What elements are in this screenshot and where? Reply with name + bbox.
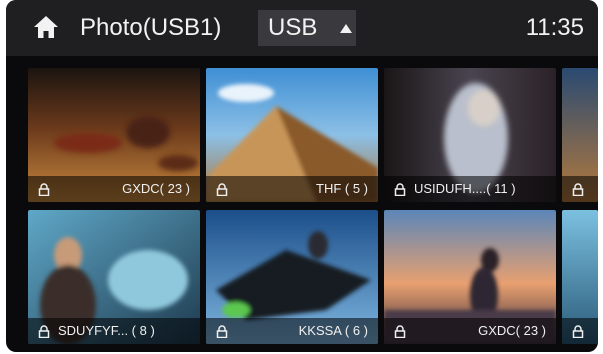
- source-label: USB: [268, 14, 318, 41]
- folder-label: GXDC( 23 ): [478, 323, 546, 338]
- folder-label: SDUYFYF... ( 8 ): [58, 323, 155, 338]
- lock-icon: [216, 183, 228, 196]
- folder-tile[interactable]: USIDUFH....( 11 ): [384, 68, 556, 202]
- photo-browser-screen: Photo(USB1) USB 11:35 GXDC(23) THF (5…: [6, 0, 598, 352]
- folder-tile[interactable]: [562, 210, 598, 344]
- folder-caption: GXDC( 23 ): [28, 176, 200, 202]
- lock-icon: [572, 325, 584, 338]
- lock-icon: [394, 183, 406, 196]
- lock-icon: [38, 325, 50, 338]
- folder-tile[interactable]: GXDC( 23 ): [384, 210, 556, 344]
- caret-up-icon: [340, 24, 352, 33]
- folder-label: USIDUFH....( 11 ): [414, 181, 516, 196]
- folder-caption: SDUYFYF... ( 8 ): [28, 318, 200, 344]
- folder-grid: GXDC( 23 ) THF (5) USIDUFH....(11) S…: [6, 56, 598, 352]
- folder-caption: GXDC( 23 ): [384, 318, 556, 344]
- folder-tile[interactable]: KKSSA ( 6 ): [206, 210, 378, 344]
- top-bar: Photo(USB1) USB 11:35: [6, 0, 598, 56]
- folder-label: KKSSA ( 6 ): [298, 323, 368, 338]
- folder-caption: USIDUFH....( 11 ): [384, 176, 556, 202]
- folder-caption: [562, 318, 598, 344]
- clock: 11:35: [525, 14, 584, 41]
- lock-icon: [216, 325, 228, 338]
- folder-tile[interactable]: THF ( 5 ): [206, 68, 378, 202]
- folder-tile[interactable]: [562, 68, 598, 202]
- folder-caption: THF ( 5 ): [206, 176, 378, 202]
- folder-caption: KKSSA ( 6 ): [206, 318, 378, 344]
- page-title: Photo(USB1): [80, 14, 222, 41]
- folder-caption: [562, 176, 598, 202]
- folder-label: THF ( 5 ): [316, 181, 368, 196]
- folder-label: GXDC( 23 ): [122, 181, 190, 196]
- lock-icon: [394, 325, 406, 338]
- home-icon[interactable]: [32, 13, 60, 41]
- folder-tile[interactable]: GXDC( 23 ): [28, 68, 200, 202]
- source-select-button[interactable]: USB: [258, 10, 356, 46]
- lock-icon: [38, 183, 50, 196]
- lock-icon: [572, 183, 584, 196]
- folder-tile[interactable]: SDUYFYF... ( 8 ): [28, 210, 200, 344]
